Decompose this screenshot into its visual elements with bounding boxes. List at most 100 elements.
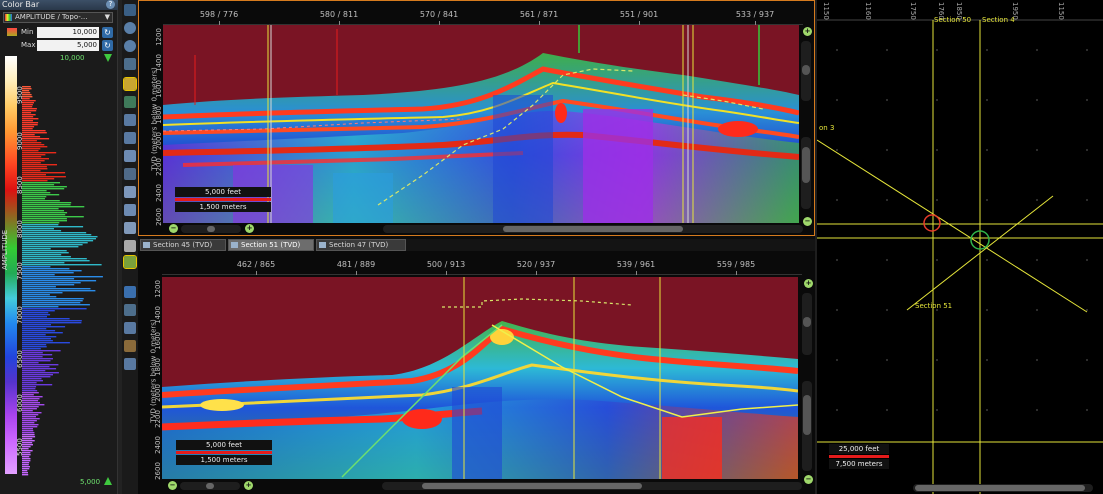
scrollbar-thumb[interactable]	[915, 485, 1085, 491]
pick-horizon-icon[interactable]	[124, 114, 136, 126]
ruler-tick	[536, 271, 537, 275]
h-zoom-in-button[interactable]: +	[245, 224, 254, 233]
layers-icon[interactable]	[124, 96, 136, 108]
map-section-50-label[interactable]: Section 50	[934, 16, 971, 24]
polygon-icon[interactable]	[124, 322, 136, 334]
histogram-bar	[22, 100, 36, 102]
scrollbar-thumb[interactable]	[802, 147, 810, 183]
depth-label: 1200	[155, 28, 163, 46]
color-bar-panel: Color Bar ? AMPLITUDE / Topo-... ▼ Min 1…	[0, 0, 118, 494]
depth-label: 1800	[155, 106, 163, 124]
histogram-bar	[22, 158, 49, 160]
vertical-scrollbar[interactable]	[801, 137, 811, 209]
fit-view-icon[interactable]	[124, 58, 136, 70]
map-horizontal-scrollbar[interactable]	[913, 484, 1093, 492]
pick-fault-icon[interactable]	[124, 132, 136, 144]
attribute-select[interactable]: AMPLITUDE / Topo-... ▼	[3, 12, 113, 23]
histogram-bar	[22, 358, 53, 360]
histogram-bar	[22, 280, 97, 282]
slider-handle[interactable]	[803, 317, 811, 327]
frame-icon[interactable]	[124, 286, 136, 298]
histogram-bar	[22, 242, 88, 244]
zoom-out-button[interactable]: −	[804, 475, 813, 484]
h-zoom-in-button[interactable]: +	[244, 481, 253, 490]
zoom-out-icon[interactable]	[124, 40, 136, 52]
slider-handle[interactable]	[207, 226, 215, 232]
h-zoom-out-button[interactable]: −	[168, 481, 177, 490]
map-section-51-label[interactable]: Section 51	[915, 302, 952, 310]
horizontal-zoom-slider[interactable]	[181, 225, 241, 233]
zoom-out-button[interactable]: −	[803, 217, 812, 226]
histogram-bar	[22, 400, 39, 402]
histogram-bar	[22, 170, 41, 172]
colorbar-tick: 6000	[16, 394, 24, 412]
stack-icon[interactable]	[124, 186, 136, 198]
histogram-bar	[22, 316, 47, 318]
histogram-bar	[22, 392, 39, 394]
min-input[interactable]: 10,000	[37, 27, 99, 38]
select-tool-icon[interactable]	[123, 77, 137, 91]
measure-icon[interactable]	[124, 150, 136, 162]
refresh-max-button[interactable]: ↻	[102, 40, 113, 51]
pan-tool-icon[interactable]	[124, 4, 136, 16]
histogram-bar	[22, 298, 84, 300]
histogram-bar	[22, 470, 28, 472]
print-icon[interactable]	[124, 240, 136, 252]
zoom-in-button[interactable]: +	[804, 279, 813, 288]
histogram-bar	[22, 196, 47, 198]
horizontal-scrollbar[interactable]	[382, 482, 802, 490]
histogram-bar	[22, 204, 71, 206]
colorbar-tick: 8000	[16, 220, 24, 238]
horizontal-scrollbar[interactable]	[383, 225, 803, 233]
map-section-3-label[interactable]: on 3	[819, 124, 834, 132]
annotation-icon[interactable]	[124, 222, 136, 234]
vertical-scrollbar[interactable]	[802, 381, 812, 471]
bottom-section-view[interactable]: 462 / 865 481 / 889 500 / 913 520 / 937 …	[138, 251, 815, 494]
top-section-view[interactable]: 598 / 776 580 / 811 570 / 841 561 / 871 …	[138, 0, 815, 236]
edit-icon[interactable]	[124, 304, 136, 316]
grid-tool-icon[interactable]	[123, 255, 137, 269]
histogram-bar	[22, 256, 71, 258]
tab-section-47[interactable]: Section 47 (TVD)	[316, 239, 406, 251]
help-icon[interactable]: ?	[106, 0, 115, 9]
vertical-zoom-slider[interactable]	[802, 293, 812, 355]
min-marker-icon[interactable]	[104, 477, 112, 485]
histogram-bar	[22, 226, 84, 228]
h-zoom-out-button[interactable]: −	[169, 224, 178, 233]
histogram-bar	[22, 380, 43, 382]
histogram-bar	[22, 220, 67, 222]
color-swatch-icon[interactable]	[7, 28, 17, 36]
bottom-ruler: 462 / 865 481 / 889 500 / 913 520 / 937 …	[162, 251, 802, 275]
histogram-bar	[22, 334, 46, 336]
base-map-view[interactable]: 1150 1160 1750 1760 1850 1950 1150 Secti…	[815, 0, 1103, 494]
histogram-bar	[22, 206, 85, 208]
histogram-bar	[22, 108, 37, 110]
histogram-bar	[22, 306, 59, 308]
scrollbar-thumb[interactable]	[503, 226, 683, 232]
settings-icon[interactable]	[124, 168, 136, 180]
max-input[interactable]: 5,000	[37, 40, 99, 51]
well-icon[interactable]	[124, 204, 136, 216]
histogram-bar	[22, 252, 69, 254]
horizontal-zoom-slider[interactable]	[180, 482, 240, 490]
histogram-bar	[22, 218, 67, 220]
slider-handle[interactable]	[206, 483, 214, 489]
scrollbar-thumb[interactable]	[803, 395, 811, 435]
ruler-icon[interactable]	[124, 358, 136, 370]
histogram-bar	[22, 276, 103, 278]
slider-handle[interactable]	[802, 65, 810, 75]
histogram-bar	[22, 222, 60, 224]
zoom-in-icon[interactable]	[124, 22, 136, 34]
scrollbar-thumb[interactable]	[422, 483, 642, 489]
histogram-bar	[22, 348, 41, 350]
pencil-icon[interactable]	[124, 340, 136, 352]
histogram-bar	[22, 208, 59, 210]
tab-section-45[interactable]: Section 45 (TVD)	[140, 239, 226, 251]
map-canvas[interactable]	[817, 0, 1103, 494]
vertical-zoom-slider[interactable]	[801, 41, 811, 101]
tab-section-51[interactable]: Section 51 (TVD)	[228, 239, 314, 251]
map-section-4-label[interactable]: Section 4	[982, 16, 1015, 24]
histogram-bar	[22, 198, 45, 200]
refresh-min-button[interactable]: ↻	[102, 27, 113, 38]
zoom-in-button[interactable]: +	[803, 27, 812, 36]
